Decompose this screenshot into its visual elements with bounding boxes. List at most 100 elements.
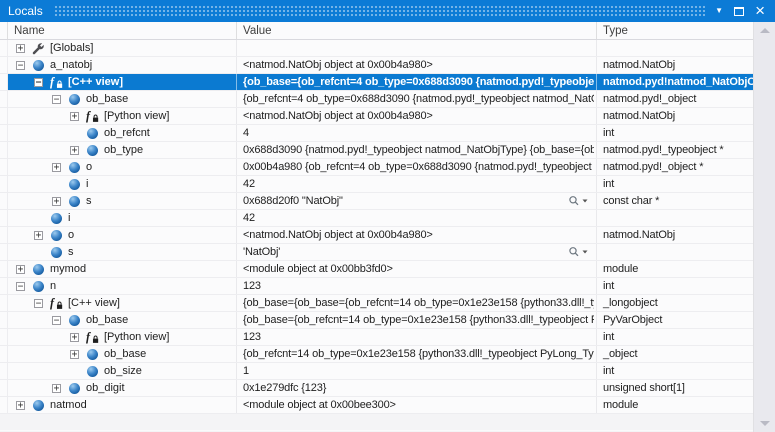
value-cell[interactable]: {ob_base={ob_base={ob_refcnt=14 ob_type=… [237,295,597,311]
expand-icon[interactable]: + [52,197,61,206]
value-cell[interactable]: 0x1e279dfc {123} [237,380,597,396]
variable-row[interactable]: + natmod <module object at 0x00bee300> m… [0,397,753,414]
variable-value: 1 [243,365,594,377]
expand-icon[interactable]: + [70,350,79,359]
variable-row[interactable]: + o <natmod.NatObj object at 0x00b4a980>… [0,227,753,244]
expand-icon[interactable]: + [52,163,61,172]
collapse-icon[interactable]: − [34,299,43,308]
field-icon [69,94,80,105]
variable-row[interactable]: − ob_base {ob_base={ob_refcnt=14 ob_type… [0,312,753,329]
column-header-type[interactable]: Type [597,22,753,39]
variable-row[interactable]: + f [Python view] <natmod.NatObj object … [0,108,753,125]
variable-row[interactable]: − f [C++ view] {ob_base={ob_base={ob_ref… [0,295,753,312]
variable-row[interactable]: − f [C++ view] {ob_base={ob_refcnt=4 ob_… [0,74,753,91]
expand-icon[interactable]: + [16,401,25,410]
float-button[interactable] [734,3,744,19]
indent [8,184,52,185]
value-cell[interactable]: 4 [237,125,597,141]
variable-type: _object [597,346,753,362]
expand-icon[interactable]: + [52,384,61,393]
collapse-icon[interactable]: − [34,78,43,87]
variable-row[interactable]: − ob_base {ob_refcnt=4 ob_type=0x688d309… [0,91,753,108]
expand-icon[interactable]: + [70,146,79,155]
collapse-icon[interactable]: − [52,316,61,325]
variable-row[interactable]: + s 0x688d20f0 "NatObj" const char * [0,193,753,210]
variable-row[interactable]: + f [Python view] 123 int [0,329,753,346]
indent [8,269,16,270]
value-cell[interactable]: 0x688d20f0 "NatObj" [237,193,597,209]
variable-row[interactable]: + ob_digit 0x1e279dfc {123} unsigned sho… [0,380,753,397]
scroll-up-icon[interactable] [760,28,770,33]
column-header-name[interactable]: Name [8,22,237,39]
expand-icon[interactable]: + [16,265,25,274]
collapse-icon[interactable]: − [16,61,25,70]
value-cell[interactable]: {ob_refcnt=14 ob_type=0x1e23e158 {python… [237,346,597,362]
titlebar[interactable]: Locals ▼ × [0,0,775,22]
value-cell[interactable]: 42 [237,210,597,226]
indent [8,337,70,338]
value-cell[interactable]: <natmod.NatObj object at 0x00b4a980> [237,108,597,124]
value-cell[interactable]: 'NatObj' [237,244,597,260]
scroll-down-icon[interactable] [760,421,770,426]
variable-value: 0x688d20f0 "NatObj" [243,195,568,207]
expand-icon[interactable]: + [34,231,43,240]
name-cell: − f [C++ view] [8,295,237,311]
value-cell[interactable]: {ob_refcnt=4 ob_type=0x688d3090 {natmod.… [237,91,597,107]
variable-row[interactable]: + mymod <module object at 0x00bb3fd0> mo… [0,261,753,278]
column-header-value[interactable]: Value [237,22,597,39]
value-cell[interactable]: 1 [237,363,597,379]
variable-type: module [597,261,753,277]
variable-row[interactable]: i 42 int [0,176,753,193]
value-cell[interactable]: 42 [237,176,597,192]
row-gutter [0,142,8,158]
variable-row[interactable]: − a_natobj <natmod.NatObj object at 0x00… [0,57,753,74]
variable-value: {ob_refcnt=4 ob_type=0x688d3090 {natmod.… [243,93,594,105]
indent [8,320,52,321]
value-cell[interactable]: 123 [237,329,597,345]
variable-row[interactable]: ob_size 1 int [0,363,753,380]
collapse-icon[interactable]: − [52,95,61,104]
value-cell[interactable]: 123 [237,278,597,294]
value-cell[interactable]: {ob_base={ob_refcnt=4 ob_type=0x688d3090… [237,74,597,90]
value-cell[interactable]: {ob_base={ob_refcnt=14 ob_type=0x1e23e15… [237,312,597,328]
value-cell[interactable]: <module object at 0x00bb3fd0> [237,261,597,277]
expand-icon[interactable]: + [70,112,79,121]
value-cell[interactable]: <natmod.NatObj object at 0x00b4a980> [237,227,597,243]
variable-row[interactable]: s 'NatObj' [0,244,753,261]
indent [8,218,34,219]
window-position-menu-icon[interactable]: ▼ [715,3,723,19]
variable-row[interactable]: + [Globals] [0,40,753,57]
variable-name: [Python view] [104,110,169,122]
variable-name: mymod [50,263,86,275]
variable-row[interactable]: + o 0x00b4a980 {ob_refcnt=4 ob_type=0x68… [0,159,753,176]
variable-type: module [597,397,753,413]
variable-row[interactable]: + ob_type 0x688d3090 {natmod.pyd!_typeob… [0,142,753,159]
indent [8,371,70,372]
vertical-scrollbar[interactable] [753,22,775,432]
variable-row[interactable]: i 42 [0,210,753,227]
variable-type: PyVarObject [597,312,753,328]
indent [8,303,34,304]
close-button[interactable]: × [755,3,765,19]
collapse-icon[interactable]: − [16,282,25,291]
value-cell[interactable]: 0x00b4a980 {ob_refcnt=4 ob_type=0x688d30… [237,159,597,175]
variable-row[interactable]: ob_refcnt 4 int [0,125,753,142]
magnifier-control[interactable] [568,246,594,258]
variable-name: o [86,161,92,173]
name-cell: s [8,244,237,260]
expand-icon[interactable]: + [70,333,79,342]
value-cell[interactable]: <module object at 0x00bee300> [237,397,597,413]
variable-type: natmod.NatObj [597,57,753,73]
grid-body: + [Globals] − a_natobj <natmod.NatObj ob… [0,40,753,414]
value-cell[interactable]: 0x688d3090 {natmod.pyd!_typeobject natmo… [237,142,597,158]
row-gutter [0,329,8,345]
variable-row[interactable]: + ob_base {ob_refcnt=14 ob_type=0x1e23e1… [0,346,753,363]
variable-row[interactable]: − n 123 int [0,278,753,295]
row-gutter [0,210,8,226]
variable-value: {ob_base={ob_base={ob_refcnt=14 ob_type=… [243,297,594,309]
expand-icon[interactable]: + [16,44,25,53]
variable-value: <module object at 0x00bee300> [243,399,594,411]
value-cell[interactable] [237,40,597,56]
value-cell[interactable]: <natmod.NatObj object at 0x00b4a980> [237,57,597,73]
magnifier-control[interactable] [568,195,594,207]
